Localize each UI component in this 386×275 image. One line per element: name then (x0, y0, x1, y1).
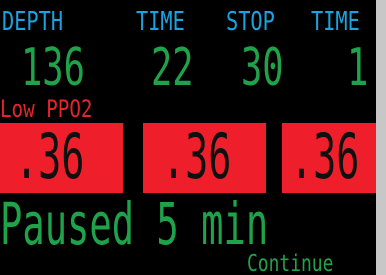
ppo2-sensor-3: .36 (282, 123, 376, 193)
ppo2-sensor-3-value: .36 (290, 123, 360, 193)
time-header: TIME (136, 7, 185, 37)
low-ppo2-label: Low PPO2 (0, 95, 93, 123)
dive-computer-screen: DEPTH TIME STOP TIME 136 22 30 1 Low PPO… (0, 0, 376, 275)
ppo2-sensor-1: .36 (0, 123, 123, 193)
stop-depth-value: 30 (241, 38, 284, 98)
ppo2-sensor-1-value: .36 (15, 123, 85, 193)
dive-time-value: 22 (151, 38, 194, 98)
stop-time-header: TIME (311, 7, 360, 37)
paused-status: Paused 5 min (0, 190, 269, 258)
depth-value: 136 (21, 38, 85, 98)
stop-header: STOP (226, 7, 275, 37)
ppo2-sensor-2: .36 (143, 123, 266, 193)
continue-button[interactable]: Continue (247, 253, 333, 275)
ppo2-sensor-2-value: .36 (162, 123, 232, 193)
stop-time-value: 1 (347, 38, 369, 98)
depth-header: DEPTH (2, 7, 64, 37)
